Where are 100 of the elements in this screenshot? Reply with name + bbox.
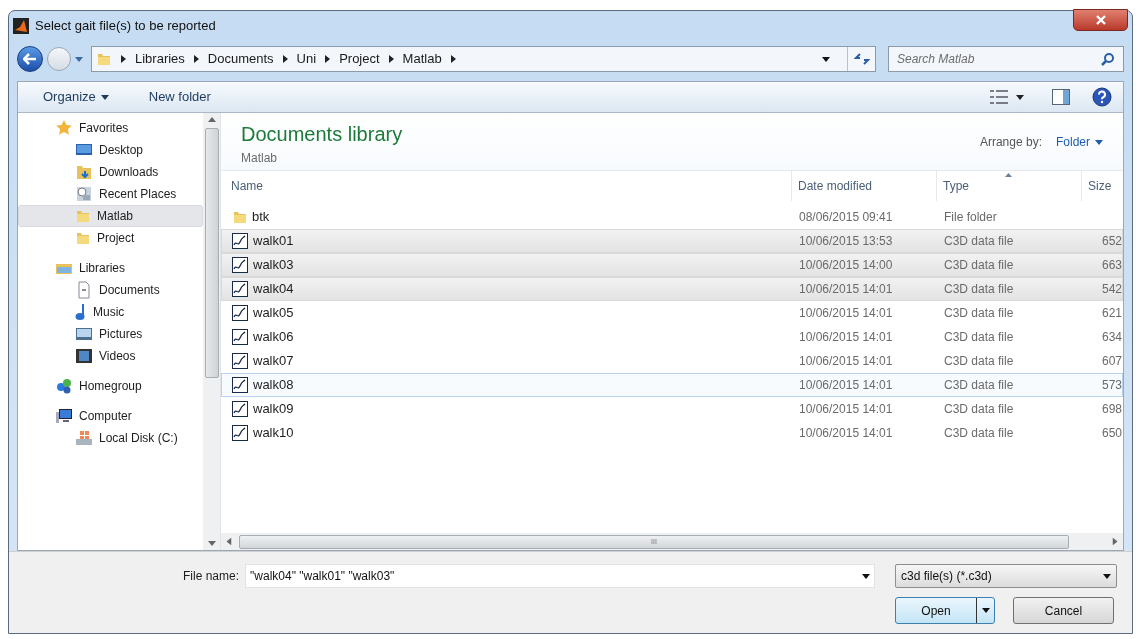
downloads-icon bbox=[75, 163, 93, 181]
folder-icon bbox=[96, 51, 112, 67]
column-header[interactable]: Size bbox=[1081, 171, 1123, 201]
search-field[interactable]: Search Matlab bbox=[888, 46, 1124, 72]
date-cell-text: 10/06/2015 14:01 bbox=[798, 353, 894, 370]
recent-places-icon bbox=[75, 185, 93, 203]
chart-file-icon bbox=[232, 425, 249, 441]
close-button[interactable] bbox=[1073, 9, 1128, 31]
back-button[interactable] bbox=[17, 46, 43, 72]
sidebar-item[interactable]: Local Disk (C:) bbox=[18, 427, 203, 449]
date-cell-text: 10/06/2015 14:01 bbox=[798, 377, 894, 394]
file-row[interactable]: walk01 10/06/2015 13:53 C3D data file 652 bbox=[221, 229, 1123, 253]
file-name: walk06 bbox=[253, 328, 294, 347]
type-cell-text: C3D data file bbox=[943, 425, 1015, 442]
view-options-button[interactable] bbox=[990, 90, 1024, 104]
search-input[interactable]: Search Matlab bbox=[897, 50, 1101, 68]
breadcrumb[interactable]: Project bbox=[339, 49, 380, 69]
preview-pane-button[interactable] bbox=[1052, 89, 1070, 105]
scrollbar-thumb[interactable] bbox=[204, 128, 219, 378]
sidebar-item[interactable]: Music bbox=[18, 301, 203, 323]
type-cell-text: C3D data file bbox=[943, 257, 1015, 274]
sidebar-item[interactable]: Favorites bbox=[18, 117, 203, 139]
pictures-icon bbox=[75, 325, 93, 343]
chevron-icon bbox=[325, 55, 331, 63]
new-folder-button[interactable]: New folder bbox=[148, 87, 211, 107]
sidebar-item[interactable]: Downloads bbox=[18, 161, 203, 183]
chart-file-icon bbox=[232, 377, 249, 393]
file-row[interactable]: walk08 10/06/2015 14:01 C3D data file 573 bbox=[221, 373, 1123, 397]
type-cell-text: C3D data file bbox=[943, 281, 1015, 298]
sidebar-item[interactable]: Homegroup bbox=[18, 375, 203, 397]
size-cell-text: 634 bbox=[1101, 329, 1122, 346]
sidebar-item[interactable]: Matlab bbox=[18, 205, 203, 227]
size-cell-text: 652 bbox=[1101, 233, 1122, 250]
breadcrumb[interactable]: Uni bbox=[296, 49, 317, 69]
file-name-input[interactable]: "walk04" "walk01" "walk03" bbox=[250, 567, 863, 585]
type-cell-text: C3D data file bbox=[943, 377, 1015, 394]
caret-icon bbox=[862, 573, 871, 579]
music-note-icon bbox=[75, 304, 87, 320]
file-row[interactable]: walk03 10/06/2015 14:00 C3D data file 663 bbox=[221, 253, 1123, 277]
breadcrumb[interactable]: Documents bbox=[207, 49, 274, 69]
file-name: walk07 bbox=[253, 352, 294, 371]
size-cell-text: 650 bbox=[1101, 425, 1122, 442]
file-row[interactable]: btk 08/06/2015 09:41 File folder bbox=[221, 205, 1123, 229]
drive-icon bbox=[75, 429, 93, 447]
date-cell-text: 10/06/2015 14:01 bbox=[798, 401, 894, 418]
window-title: Select gait file(s) to be reported bbox=[35, 17, 217, 36]
type-cell-text: C3D data file bbox=[943, 233, 1015, 250]
size-cell-text: 542 bbox=[1101, 281, 1122, 298]
arrange-dropdown[interactable]: Folder bbox=[1056, 133, 1103, 151]
chevron-icon bbox=[193, 55, 199, 63]
library-subtitle: Matlab bbox=[241, 150, 279, 167]
cancel-button[interactable]: Cancel bbox=[1013, 597, 1114, 624]
sidebar-item[interactable]: Libraries bbox=[18, 257, 203, 279]
date-cell-text: 10/06/2015 14:01 bbox=[798, 305, 894, 322]
chevron-icon bbox=[282, 55, 288, 63]
back-arrow-icon bbox=[23, 53, 37, 65]
date-cell-text: 10/06/2015 14:01 bbox=[798, 329, 894, 346]
size-cell-text: 621 bbox=[1101, 305, 1122, 322]
file-name-label: File name: bbox=[183, 568, 240, 585]
file-row[interactable]: walk09 10/06/2015 14:01 C3D data file 698 bbox=[221, 397, 1123, 421]
scroll-left-icon bbox=[226, 537, 232, 546]
column-header[interactable]: Date modified bbox=[791, 171, 936, 201]
app-logo-icon bbox=[13, 18, 29, 34]
file-row[interactable]: walk10 10/06/2015 14:01 C3D data file 650 bbox=[221, 421, 1123, 445]
file-name: walk09 bbox=[253, 400, 294, 419]
refresh-icon bbox=[853, 52, 870, 66]
vertical-scrollbar[interactable] bbox=[203, 113, 220, 550]
size-cell-text: 663 bbox=[1101, 257, 1122, 274]
open-button[interactable]: Open bbox=[895, 597, 995, 624]
column-header[interactable]: Name bbox=[231, 171, 791, 201]
search-icon bbox=[1101, 52, 1115, 66]
column-header[interactable]: Type bbox=[936, 171, 1081, 201]
organize-button[interactable]: Organize bbox=[43, 87, 109, 107]
sidebar-item[interactable]: Desktop bbox=[18, 139, 203, 161]
breadcrumb[interactable]: Libraries bbox=[135, 49, 185, 69]
file-name: walk08 bbox=[253, 376, 294, 395]
sidebar-item[interactable]: Pictures bbox=[18, 323, 203, 345]
sidebar-item[interactable]: Recent Places bbox=[18, 183, 203, 205]
library-title: Documents library bbox=[241, 122, 403, 147]
help-icon[interactable] bbox=[1092, 87, 1112, 107]
date-cell-text: 10/06/2015 14:01 bbox=[798, 281, 894, 298]
sort-ascending-icon bbox=[1005, 173, 1012, 177]
file-row[interactable]: walk06 10/06/2015 14:01 C3D data file 634 bbox=[221, 325, 1123, 349]
sidebar-item[interactable]: Documents bbox=[18, 279, 203, 301]
sidebar-item[interactable]: Videos bbox=[18, 345, 203, 367]
type-cell-text: C3D data file bbox=[943, 353, 1015, 370]
file-name-field[interactable]: "walk04" "walk01" "walk03" bbox=[245, 564, 876, 588]
file-row[interactable]: walk05 10/06/2015 14:01 C3D data file 621 bbox=[221, 301, 1123, 325]
address-bar[interactable]: Libraries Documents Uni Project Matlab bbox=[91, 46, 876, 72]
file-row[interactable]: walk04 10/06/2015 14:01 C3D data file 542 bbox=[221, 277, 1123, 301]
sidebar-item[interactable]: Computer bbox=[18, 405, 203, 427]
caret-icon bbox=[1095, 139, 1103, 145]
sidebar-item[interactable]: Project bbox=[18, 227, 203, 249]
type-cell-text: C3D data file bbox=[943, 329, 1015, 346]
arrange-label: Arrange by: bbox=[979, 134, 1042, 151]
file-row[interactable]: walk07 10/06/2015 14:01 C3D data file 607 bbox=[221, 349, 1123, 373]
file-type-dropdown[interactable]: c3d file(s) (*.c3d) bbox=[895, 564, 1118, 588]
close-icon bbox=[1094, 15, 1107, 25]
preview-pane-icon bbox=[1052, 89, 1070, 105]
breadcrumb[interactable]: Matlab bbox=[402, 49, 442, 69]
